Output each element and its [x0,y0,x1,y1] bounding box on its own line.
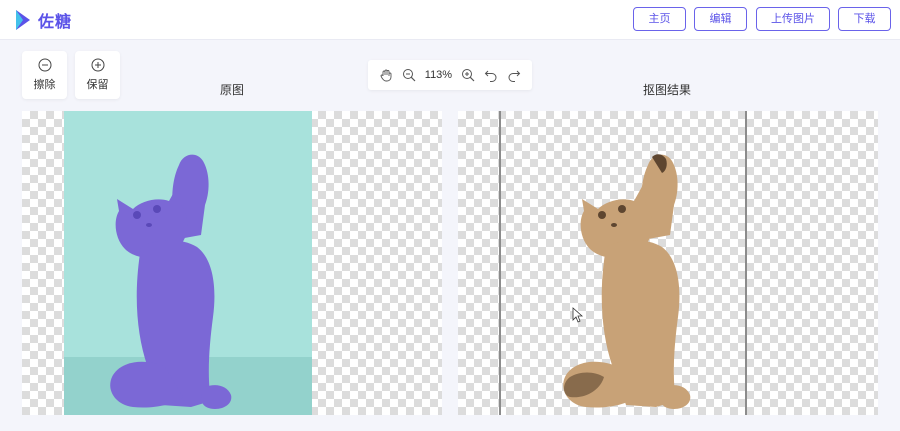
cat-original-image [110,154,232,409]
erase-label: 擦除 [33,79,56,91]
edit-button[interactable]: 编辑 [694,7,747,31]
undo-icon[interactable] [484,68,498,82]
zoom-out-icon[interactable] [402,68,416,82]
original-image-title: 原图 [219,83,244,97]
brand-logo[interactable]: 佐糖 [14,8,72,32]
keep-tool-button[interactable]: 保留 [75,51,120,99]
zoom-toolbar: 113% [368,60,532,90]
brand-name: 佐糖 [38,14,73,31]
cat-cutout-image [563,154,691,409]
plus-circle-icon [91,58,104,72]
cutout-result-canvas[interactable] [458,111,878,415]
keep-label: 保留 [86,79,109,91]
home-button[interactable]: 主页 [633,7,686,31]
redo-icon[interactable] [507,68,521,82]
minus-circle-icon [38,58,51,72]
hand-pan-icon[interactable] [379,68,393,82]
zoom-level: 113% [424,69,453,81]
erase-tool-button[interactable]: 擦除 [22,51,67,99]
download-button[interactable]: 下载 [838,7,891,31]
cutout-result-title: 抠图结果 [642,83,691,97]
mouse-cursor-icon [572,307,584,323]
upload-image-button[interactable]: 上传图片 [756,7,830,31]
crop-guide-left[interactable] [499,111,501,415]
original-image-canvas[interactable] [22,111,442,415]
top-header: 佐糖 主页 编辑 上传图片 下载 [0,0,900,40]
logo-icon [16,10,30,30]
zoom-in-icon[interactable] [461,68,475,82]
crop-guide-right[interactable] [745,111,747,415]
